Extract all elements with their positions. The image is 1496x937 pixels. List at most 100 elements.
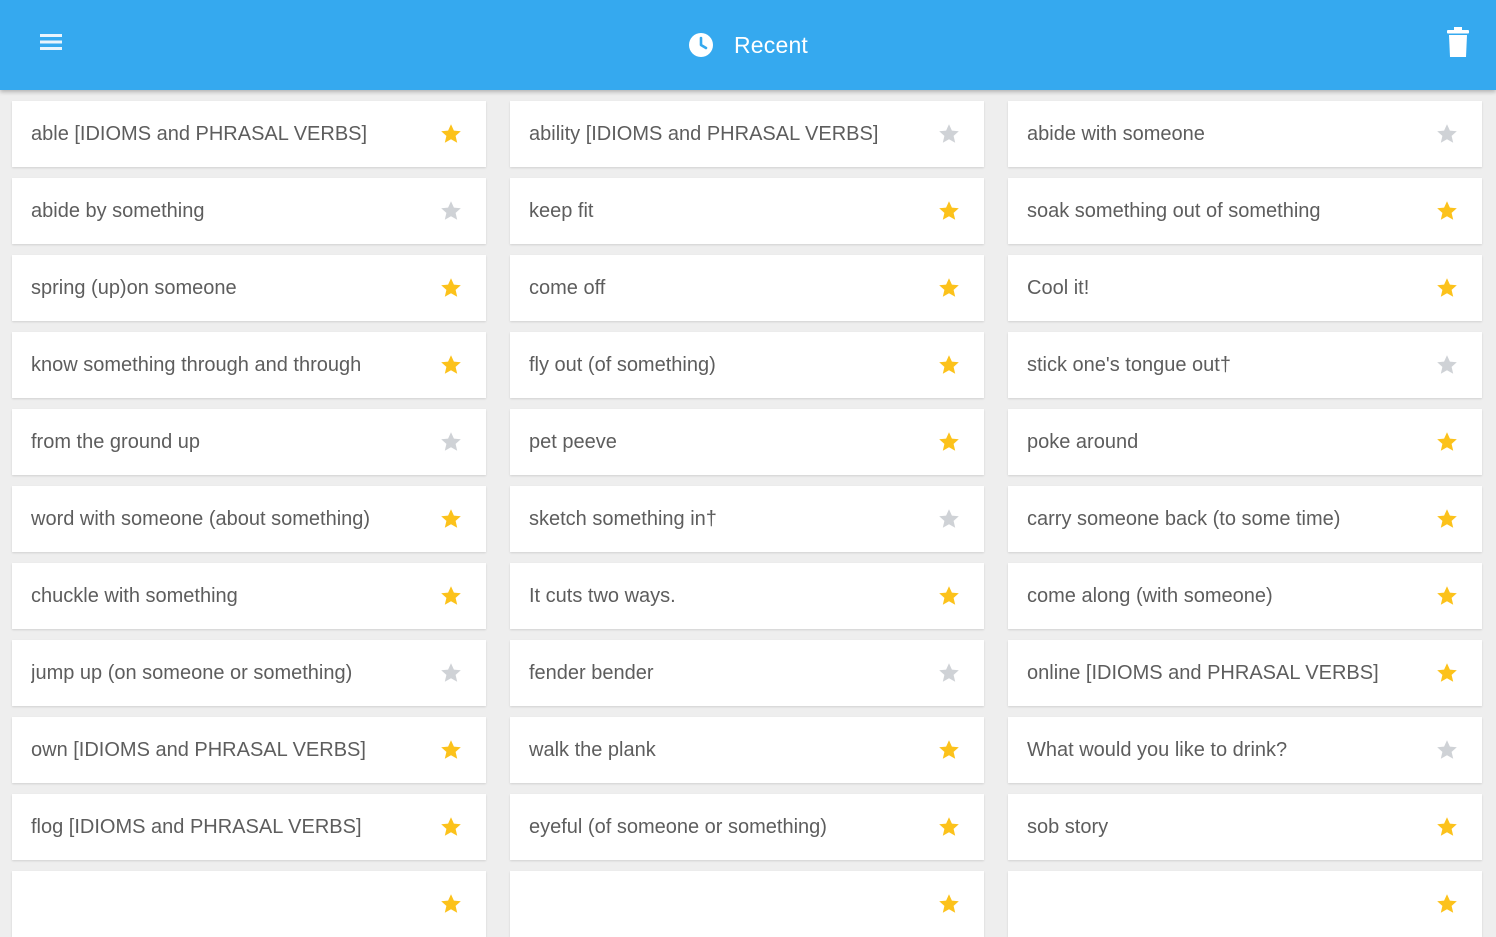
star-filled-icon[interactable] — [1436, 431, 1458, 453]
recent-item-card[interactable]: ability [IDIOMS and PHRASAL VERBS] — [510, 101, 984, 167]
star-filled-icon[interactable] — [440, 816, 462, 838]
star-filled-icon[interactable] — [938, 816, 960, 838]
recent-item-label: keep fit — [529, 199, 594, 222]
star-outline-icon[interactable] — [938, 123, 960, 145]
recent-item-label: flog [IDIOMS and PHRASAL VERBS] — [31, 815, 362, 838]
recent-item-card[interactable]: pet peeve — [510, 409, 984, 475]
star-filled-icon[interactable] — [440, 585, 462, 607]
recent-item-card[interactable]: soak something out of something — [1008, 178, 1482, 244]
recent-item-card[interactable]: keep fit — [510, 178, 984, 244]
recent-item-label: abide by something — [31, 199, 205, 222]
star-filled-icon[interactable] — [440, 893, 462, 915]
recent-item-card[interactable]: fender bender — [510, 640, 984, 706]
recent-item-card[interactable]: know something through and through — [12, 332, 486, 398]
star-filled-icon[interactable] — [440, 123, 462, 145]
recent-item-label: poke around — [1027, 430, 1139, 453]
page-title: Recent — [733, 31, 809, 58]
star-outline-icon[interactable] — [440, 662, 462, 684]
recent-item-card[interactable]: come along (with someone) — [1008, 563, 1482, 629]
recent-item-card[interactable]: sob story — [1008, 794, 1482, 860]
recent-item-label: jump up (on someone or something) — [31, 661, 353, 684]
menu-button[interactable] — [28, 24, 74, 64]
recent-item-card[interactable]: word with someone (about something) — [12, 486, 486, 552]
recent-item-card[interactable]: from the ground up — [12, 409, 486, 475]
recent-item-label: from the ground up — [31, 430, 200, 453]
recent-item-card[interactable]: online [IDIOMS and PHRASAL VERBS] — [1008, 640, 1482, 706]
star-outline-icon[interactable] — [440, 431, 462, 453]
recent-item-card[interactable]: carry someone back (to some time) — [1008, 486, 1482, 552]
recent-item-card[interactable]: poke around — [1008, 409, 1482, 475]
star-filled-icon[interactable] — [938, 277, 960, 299]
recent-item-card[interactable]: come off — [510, 255, 984, 321]
recent-item-card[interactable]: jump up (on someone or something) — [12, 640, 486, 706]
star-filled-icon[interactable] — [1436, 277, 1458, 299]
recent-item-label: walk the plank — [529, 738, 656, 761]
clear-history-button[interactable] — [1442, 26, 1474, 62]
recent-item-card[interactable]: own [IDIOMS and PHRASAL VERBS] — [12, 717, 486, 783]
star-filled-icon[interactable] — [1436, 893, 1458, 915]
recent-item-card[interactable]: spring (up)on someone — [12, 255, 486, 321]
star-filled-icon[interactable] — [1436, 508, 1458, 530]
star-outline-icon[interactable] — [1436, 123, 1458, 145]
recent-item-label: abide with someone — [1027, 122, 1205, 145]
recent-item-card[interactable]: sketch something in† — [510, 486, 984, 552]
recent-item-label: own [IDIOMS and PHRASAL VERBS] — [31, 738, 366, 761]
recent-item-card[interactable]: chuckle with something — [12, 563, 486, 629]
recent-item-label: stick one's tongue out† — [1027, 353, 1231, 376]
recent-item-card[interactable]: It cuts two ways. — [510, 563, 984, 629]
star-outline-icon[interactable] — [938, 508, 960, 530]
recent-item-label: soak something out of something — [1027, 199, 1321, 222]
star-filled-icon[interactable] — [938, 431, 960, 453]
star-outline-icon[interactable] — [1436, 739, 1458, 761]
recent-item-card[interactable]: abide by something — [12, 178, 486, 244]
star-filled-icon[interactable] — [1436, 816, 1458, 838]
recent-item-label: It cuts two ways. — [529, 584, 676, 607]
star-outline-icon[interactable] — [1436, 354, 1458, 376]
recent-item-label: carry someone back (to some time) — [1027, 507, 1341, 530]
recent-item-label: know something through and through — [31, 353, 362, 376]
recent-item-label — [529, 871, 914, 937]
clock-icon — [688, 32, 714, 58]
star-filled-icon[interactable] — [440, 354, 462, 376]
star-filled-icon[interactable] — [938, 893, 960, 915]
star-filled-icon[interactable] — [440, 277, 462, 299]
recent-item-label — [1027, 871, 1412, 937]
star-filled-icon[interactable] — [938, 739, 960, 761]
star-filled-icon[interactable] — [1436, 662, 1458, 684]
recent-item-card[interactable] — [1008, 871, 1482, 937]
menu-icon — [40, 33, 62, 55]
recent-item-label: online [IDIOMS and PHRASAL VERBS] — [1027, 661, 1379, 684]
recent-item-card[interactable]: stick one's tongue out† — [1008, 332, 1482, 398]
recent-item-card[interactable]: eyeful (of someone or something) — [510, 794, 984, 860]
recent-item-card[interactable]: able [IDIOMS and PHRASAL VERBS] — [12, 101, 486, 167]
recent-item-card[interactable] — [510, 871, 984, 937]
star-filled-icon[interactable] — [1436, 585, 1458, 607]
recent-item-label: fly out (of something) — [529, 353, 716, 376]
recent-items-grid: able [IDIOMS and PHRASAL VERBS] ability [… — [12, 101, 1486, 937]
recent-item-label: eyeful (of someone or something) — [529, 815, 827, 838]
star-outline-icon[interactable] — [938, 662, 960, 684]
recent-item-label: chuckle with something — [31, 584, 238, 607]
star-filled-icon[interactable] — [938, 585, 960, 607]
recent-item-card[interactable]: flog [IDIOMS and PHRASAL VERBS] — [12, 794, 486, 860]
recent-item-card[interactable]: abide with someone — [1008, 101, 1482, 167]
recent-item-card[interactable]: Cool it! — [1008, 255, 1482, 321]
app-bar-title-group: Recent — [0, 0, 1496, 90]
star-filled-icon[interactable] — [938, 354, 960, 376]
star-filled-icon[interactable] — [440, 739, 462, 761]
recent-item-card[interactable]: walk the plank — [510, 717, 984, 783]
recent-item-card[interactable] — [12, 871, 486, 937]
recent-item-label: able [IDIOMS and PHRASAL VERBS] — [31, 122, 368, 145]
star-filled-icon[interactable] — [938, 200, 960, 222]
recent-item-label: come off — [529, 276, 606, 299]
recent-item-label — [31, 871, 416, 937]
star-filled-icon[interactable] — [440, 508, 462, 530]
star-outline-icon[interactable] — [440, 200, 462, 222]
star-filled-icon[interactable] — [1436, 200, 1458, 222]
recent-item-card[interactable]: What would you like to drink? — [1008, 717, 1482, 783]
recent-item-label: What would you like to drink? — [1027, 738, 1288, 761]
recent-item-card[interactable]: fly out (of something) — [510, 332, 984, 398]
recent-item-label: sketch something in† — [529, 507, 717, 530]
recent-item-label: sob story — [1027, 815, 1109, 838]
app-bar: Recent — [0, 0, 1496, 90]
